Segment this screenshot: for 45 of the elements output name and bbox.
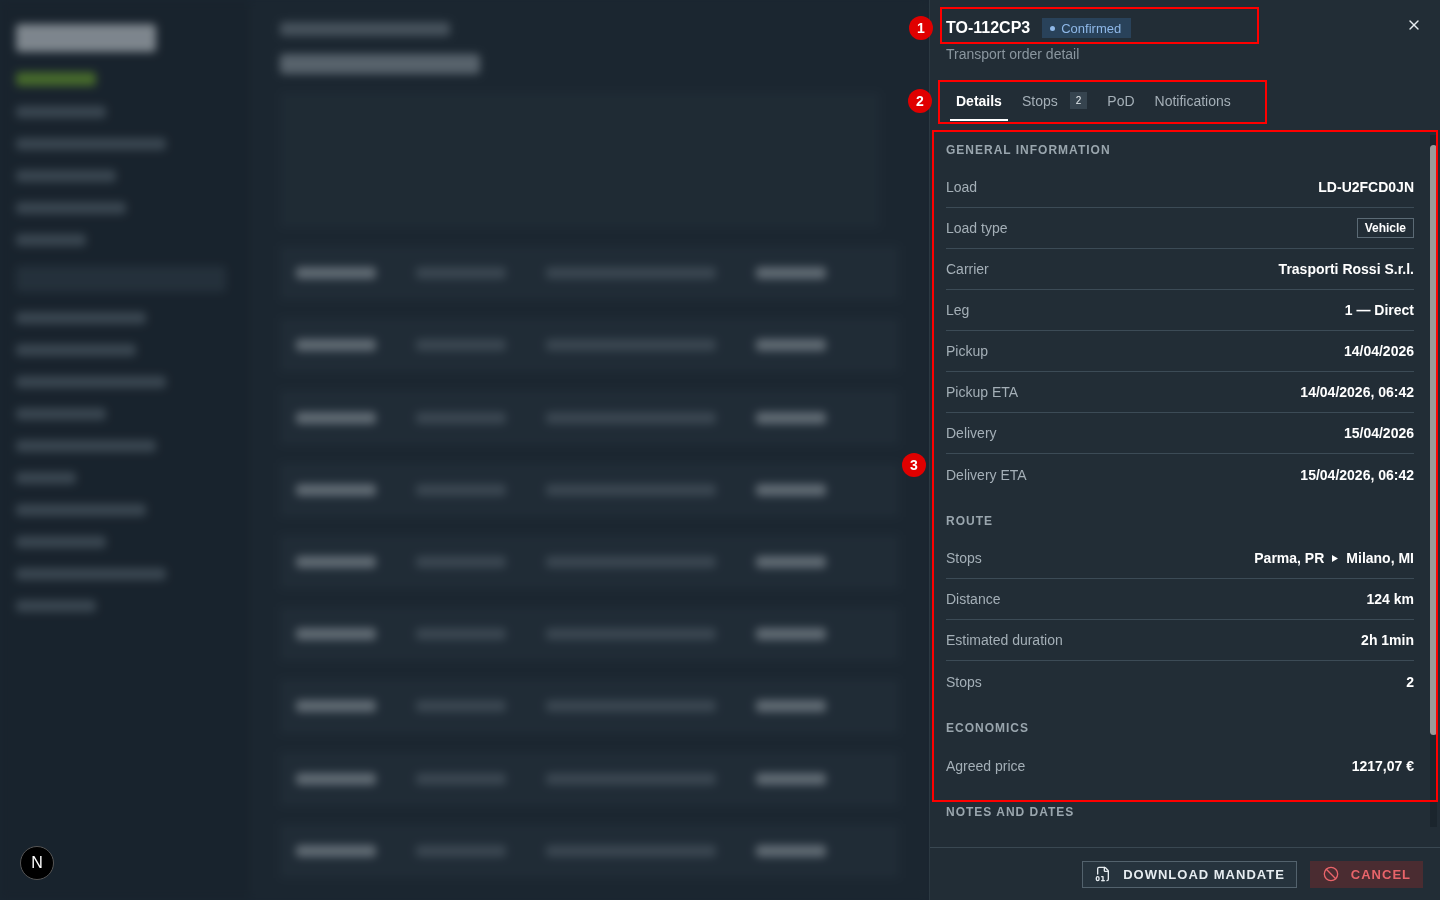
scrollbar[interactable] bbox=[1430, 135, 1437, 827]
field-label: Agreed price bbox=[946, 757, 1026, 774]
cancel-icon bbox=[1322, 866, 1339, 882]
drawer-subtitle: Transport order detail bbox=[946, 46, 1081, 64]
section-heading: ROUTE bbox=[946, 513, 994, 530]
tab[interactable]: Details bbox=[950, 93, 1008, 121]
field-value: 15/04/2026 bbox=[1343, 425, 1414, 441]
tab[interactable]: PoD bbox=[1101, 93, 1141, 121]
download-button[interactable]: DOWNLOAD MANDATE bbox=[1082, 860, 1297, 888]
stop-name: Milano, MI bbox=[1346, 550, 1414, 566]
drawer-title: TO-112CP3 bbox=[946, 19, 1031, 37]
field-value: LD-U2FCD0JN bbox=[1318, 179, 1414, 195]
field-label: Distance bbox=[946, 591, 1001, 607]
field-value: 2 bbox=[1406, 673, 1414, 690]
field-value: 1217,07 € bbox=[1351, 757, 1414, 774]
field-label: Stops bbox=[946, 673, 982, 690]
field-value: 124 km bbox=[1366, 591, 1414, 607]
field-label: Carrier bbox=[946, 261, 989, 277]
field-label: Load type bbox=[946, 220, 1008, 236]
tab[interactable]: Notifications bbox=[1148, 93, 1237, 121]
section-heading: NOTES AND DATES bbox=[946, 804, 1076, 821]
tab[interactable]: Stops 2 bbox=[1015, 92, 1094, 121]
section-heading: GENERAL INFORMATION bbox=[946, 142, 1112, 159]
status-badge: Confirmed bbox=[1042, 18, 1132, 38]
field-label: Delivery bbox=[946, 425, 997, 441]
field-label: Pickup ETA bbox=[946, 384, 1019, 400]
field-label: Leg bbox=[946, 302, 970, 318]
field-label: Load bbox=[946, 179, 978, 195]
field-label: Delivery ETA bbox=[946, 466, 1027, 483]
field-label: Pickup bbox=[946, 343, 989, 359]
field-value: 2h 1min bbox=[1361, 632, 1414, 648]
cancel-button[interactable]: CANCEL bbox=[1309, 860, 1423, 888]
section-heading: ECONOMICS bbox=[946, 720, 1030, 737]
field-value: 14/04/2026 bbox=[1343, 343, 1414, 359]
arrow-icon bbox=[1332, 554, 1339, 562]
field-value: 1 — Direct bbox=[1344, 302, 1414, 318]
stop-name: Parma, PR bbox=[1254, 550, 1325, 566]
load-type-tag: Vehicle bbox=[1356, 218, 1414, 238]
field-value: 14/04/2026, 06:42 bbox=[1300, 384, 1414, 400]
field-value: 15/04/2026, 06:42 bbox=[1300, 466, 1414, 483]
field-label: Stops bbox=[946, 550, 982, 566]
field-label: Estimated duration bbox=[946, 632, 1063, 648]
count-badge: 2 bbox=[1069, 92, 1088, 109]
document-icon bbox=[1095, 866, 1112, 882]
field-value: Trasporti Rossi S.r.l. bbox=[1278, 261, 1414, 277]
